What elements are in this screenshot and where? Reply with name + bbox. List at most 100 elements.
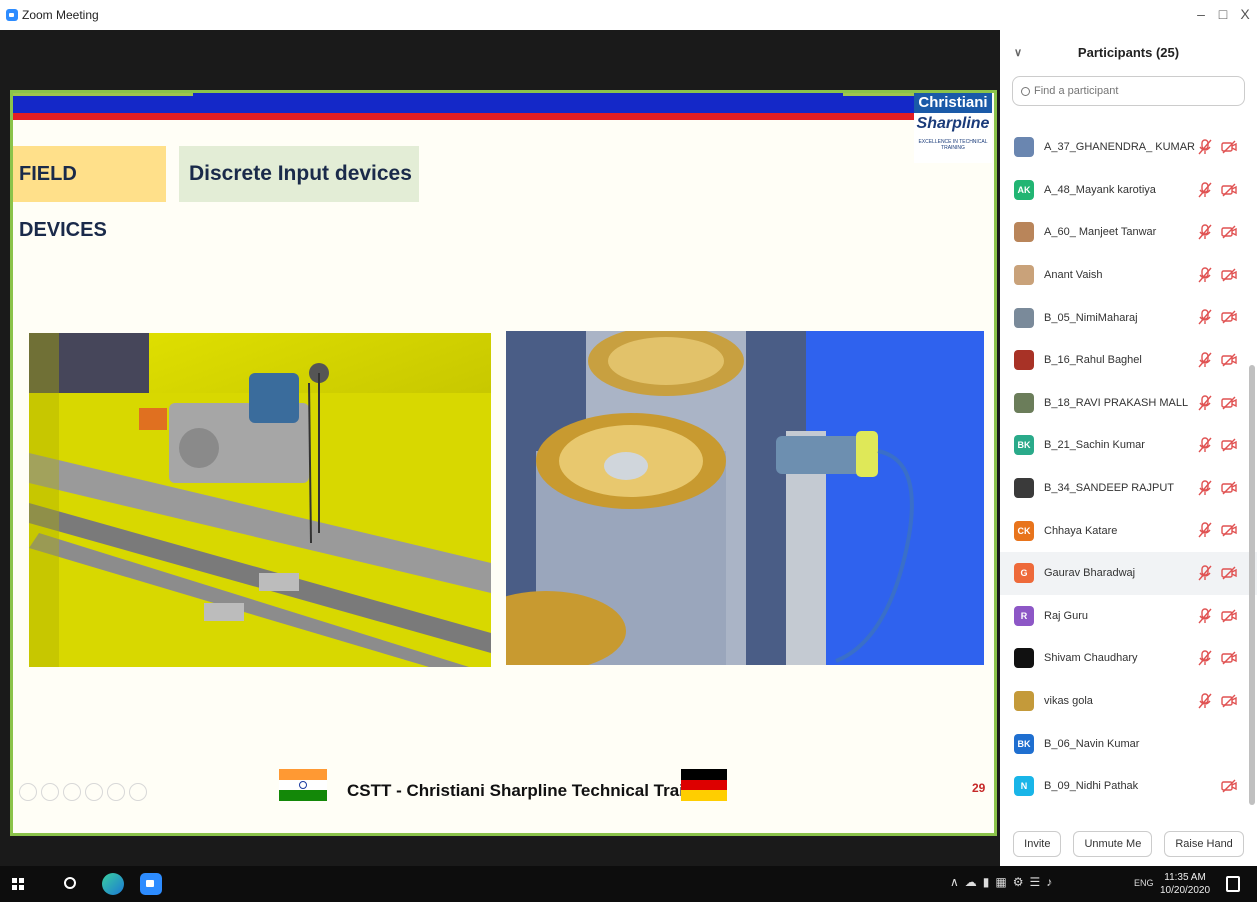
video-off-icon[interactable] [1221,778,1237,794]
video-off-icon[interactable] [1221,608,1237,624]
language-indicator[interactable]: ENG [1134,878,1154,888]
list-item-partial [1000,114,1257,126]
participant-row[interactable]: A_60_ Manjeet Tanwar [1000,211,1257,254]
video-off-icon[interactable] [1221,437,1237,453]
windows-start-icon[interactable] [12,878,24,890]
video-off-icon[interactable] [1221,139,1237,155]
avatar [1014,648,1034,669]
participant-name: B_34_SANDEEP RAJPUT [1044,482,1175,495]
participants-list[interactable]: A_37_GHANENDRA_ KUMAR AK A_48_Mayank karot… [1000,114,1257,812]
search-icon [1021,86,1030,96]
participant-row[interactable]: vikas gola [1000,680,1257,723]
zoom-icon[interactable] [107,783,125,801]
participant-name: B_21_Sachin Kumar [1044,439,1145,452]
restore-button[interactable]: □ [1214,6,1232,22]
notification-icon[interactable] [1226,876,1240,892]
participant-search[interactable] [1012,76,1245,106]
pen-icon[interactable] [63,783,81,801]
panel-footer: Invite Unmute Me Raise Hand [1000,824,1257,864]
participant-row[interactable]: CK Chhaya Katare [1000,509,1257,552]
participant-name: B_06_Navin Kumar [1044,737,1140,750]
mic-muted-icon[interactable] [1197,480,1213,496]
unmute-me-button[interactable]: Unmute Me [1073,831,1153,857]
mic-muted-icon[interactable] [1197,650,1213,666]
video-off-icon[interactable] [1221,182,1237,198]
slides-grid-icon[interactable] [85,783,103,801]
close-button[interactable]: X [1236,6,1254,22]
chevron-down-icon[interactable]: ∨ [1014,30,1022,76]
windows-taskbar: ∧☁▮▦⚙☰♪ ENG 11:35 AM 10/20/2020 [0,866,1257,902]
invite-button[interactable]: Invite [1013,831,1062,857]
video-off-icon[interactable] [1221,267,1237,283]
participant-name: Shivam Chaudhary [1044,652,1138,665]
participant-name: Chhaya Katare [1044,524,1118,537]
mic-muted-icon[interactable] [1197,437,1213,453]
participant-name: A_37_GHANENDRA_ KUMAR [1044,141,1195,154]
slide-page-number: 29 [972,781,986,795]
mic-muted-icon[interactable] [1197,139,1213,155]
panel-title: Participants (25) [1077,45,1180,60]
taskbar-search-icon[interactable] [64,877,76,889]
logo-tagline: EXCELLENCE IN TECHNICAL TRAINING [918,139,988,151]
mic-muted-icon[interactable] [1197,565,1213,581]
slide-prev-icon[interactable] [19,783,37,801]
participant-row[interactable]: BK B_06_Navin Kumar [1000,722,1257,765]
edge-browser-icon[interactable] [102,873,124,895]
zoom-app-icon [6,9,18,21]
avatar [1014,478,1034,499]
slide-controls [19,783,147,801]
participant-row[interactable]: R Raj Guru [1000,595,1257,638]
video-off-icon[interactable] [1221,650,1237,666]
mic-muted-icon[interactable] [1197,181,1213,198]
system-tray-icons[interactable]: ∧☁▮▦⚙☰♪ [950,875,1058,889]
shared-screen[interactable]: Christiani Sharpline EXCELLENCE IN TECHN… [0,30,1000,866]
video-off-icon[interactable] [1221,352,1237,368]
window-title: Zoom Meeting [22,8,99,22]
zoom-taskbar-icon[interactable] [140,873,162,895]
minimize-button[interactable]: – [1192,6,1210,22]
participant-row[interactable]: AK A_48_Mayank karotiya [1000,169,1257,212]
participant-name: vikas gola [1044,695,1093,708]
mic-muted-icon[interactable] [1197,224,1213,240]
avatar [1014,137,1034,158]
participant-row[interactable]: B_34_SANDEEP RAJPUT [1000,467,1257,510]
mic-muted-icon[interactable] [1197,693,1213,709]
video-off-icon[interactable] [1221,565,1237,581]
slide-next-icon[interactable] [41,783,59,801]
participants-scrollbar[interactable] [1249,365,1255,805]
participant-name: Anant Vaish [1044,269,1103,282]
footer-title: CSTT - Christiani Sharpline Technical Tr… [347,781,720,800]
participant-row[interactable]: BK B_21_Sachin Kumar [1000,424,1257,467]
mic-muted-icon[interactable] [1197,309,1213,325]
mic-muted-icon[interactable] [1197,267,1213,283]
slide-label-field-devices: FIELD DEVICES [13,146,166,241]
taskbar-clock[interactable]: 11:35 AM 10/20/2020 [1160,871,1210,897]
clock-time: 11:35 AM [1164,872,1206,883]
panel-header: ∨ Participants (25) [1000,30,1257,76]
video-off-icon[interactable] [1221,693,1237,709]
participant-row[interactable]: Anant Vaish [1000,254,1257,297]
presentation-slide: Christiani Sharpline EXCELLENCE IN TECHN… [10,90,997,836]
mic-muted-icon[interactable] [1197,607,1213,624]
mic-muted-icon[interactable] [1197,522,1213,538]
video-off-icon[interactable] [1221,309,1237,325]
mic-muted-icon[interactable] [1197,394,1213,411]
header-stripe-green [843,93,918,96]
participant-name: B_18_RAVI PRAKASH MALL [1044,396,1189,409]
participant-row[interactable]: B_05_NimiMaharaj [1000,296,1257,339]
header-stripe-red [13,113,918,120]
video-off-icon[interactable] [1221,480,1237,496]
participant-row[interactable]: Shivam Chaudhary [1000,637,1257,680]
raise-hand-button[interactable]: Raise Hand [1164,831,1244,857]
video-off-icon[interactable] [1221,522,1237,538]
mic-muted-icon[interactable] [1197,352,1213,368]
participant-row[interactable]: B_16_Rahul Baghel [1000,339,1257,382]
video-off-icon[interactable] [1221,395,1237,411]
more-icon[interactable] [129,783,147,801]
video-off-icon[interactable] [1221,224,1237,240]
participant-row[interactable]: G Gaurav Bharadwaj [1000,551,1257,595]
search-input[interactable] [1034,85,1214,97]
participant-row[interactable]: A_37_GHANENDRA_ KUMAR [1000,126,1257,169]
participant-row[interactable]: B_18_RAVI PRAKASH MALL [1000,382,1257,425]
participant-row[interactable]: N B_09_Nidhi Pathak [1000,765,1257,808]
